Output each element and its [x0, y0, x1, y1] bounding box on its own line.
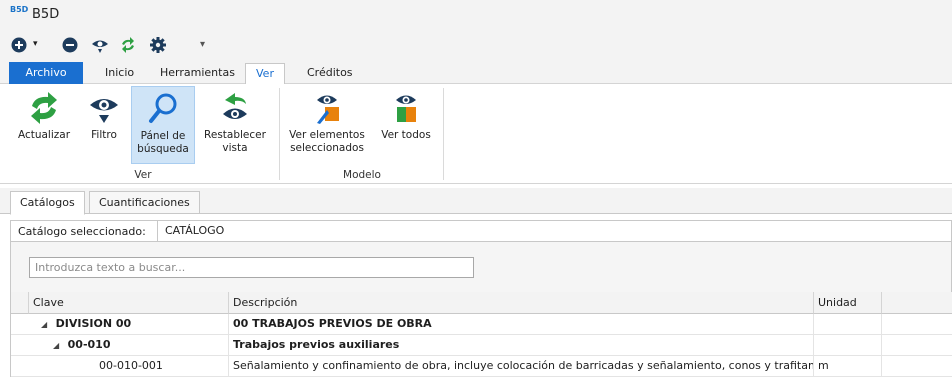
panel-busqueda-button[interactable]: Pánel de búsqueda [131, 86, 195, 164]
row-clave: DIVISION 00 [55, 317, 132, 330]
tab-inicio[interactable]: Inicio [95, 63, 144, 84]
row-clave-cell: ◢ DIVISION 00 [29, 314, 229, 335]
row-clave-cell: ◢ 00-010 [29, 335, 229, 356]
ver-elementos-label-1: Ver elementos [289, 129, 365, 141]
restablecer-label-1: Restablecer [204, 129, 266, 141]
title-bar: B5D B5D [0, 0, 952, 30]
group-label-ver: Ver [134, 169, 152, 181]
tab-archivo[interactable]: Archivo [9, 62, 83, 84]
catalog-selector-value: CATÁLOGO [165, 224, 225, 237]
search-icon [143, 91, 183, 127]
view-all-icon [386, 90, 426, 126]
restablecer-label-2: vista [222, 142, 248, 154]
table-row[interactable]: ◢ 00-010 Trabajos previos auxiliares [11, 335, 952, 356]
catalog-selector-row: Catálogo seleccionado: CATÁLOGO [10, 220, 952, 242]
catalog-grid: Clave Descripción Unidad ◢ DIVISION 00 0… [10, 292, 952, 377]
remove-button[interactable] [60, 35, 80, 55]
catalog-selector-field[interactable]: CATÁLOGO [157, 221, 952, 241]
settings-button[interactable] [148, 35, 168, 55]
ver-todos-label: Ver todos [381, 129, 431, 141]
collapse-arrow-icon[interactable]: ◢ [41, 320, 47, 329]
actualizar-label: Actualizar [17, 129, 71, 141]
minus-circle-icon [62, 37, 78, 53]
panel-busqueda-label-1: Pánel de [140, 130, 186, 142]
tab-ver[interactable]: Ver [245, 63, 285, 85]
qat-filter-button[interactable] [90, 35, 110, 55]
app-logo-text: B5D [10, 5, 29, 14]
ver-elementos-label-2: seleccionados [290, 142, 364, 154]
refresh-icon [24, 90, 64, 126]
catalog-selector-label: Catálogo seleccionado: [18, 225, 146, 238]
reset-view-icon [215, 90, 255, 126]
actualizar-button[interactable]: Actualizar [10, 86, 78, 164]
row-unidad: m [814, 356, 882, 377]
app-logo: B5D [10, 6, 28, 20]
tab-catalogos[interactable]: Catálogos [10, 191, 85, 215]
ver-elementos-seleccionados-button[interactable]: Ver elementos seleccionados [284, 86, 370, 164]
row-indicator-header [11, 292, 29, 314]
ver-todos-button[interactable]: Ver todos [374, 86, 438, 164]
filtro-button[interactable]: Filtro [82, 86, 126, 164]
search-panel [10, 242, 952, 292]
row-descripcion: Trabajos previos auxiliares [229, 335, 814, 356]
row-unidad [814, 314, 882, 335]
document-tab-bar: Catálogos Cuantificaciones [0, 188, 952, 215]
eye-filter-icon [84, 90, 124, 126]
group-separator [279, 88, 280, 180]
table-row[interactable]: ◢ DIVISION 00 00 TRABAJOS PREVIOS DE OBR… [11, 314, 952, 335]
ribbon-tab-bar: Archivo Inicio Herramientas Ver Créditos [0, 60, 952, 85]
column-header-filler [882, 292, 952, 314]
eye-filter-icon [92, 40, 108, 53]
quick-access-toolbar: ▾ ▾ [0, 30, 952, 60]
collapse-arrow-icon[interactable]: ◢ [53, 341, 59, 350]
group-separator [443, 88, 444, 180]
tab-herramientas[interactable]: Herramientas [150, 63, 245, 84]
customize-qat-dropdown[interactable]: ▾ [200, 39, 205, 50]
column-header-clave[interactable]: Clave [29, 292, 229, 314]
filtro-label: Filtro [91, 129, 117, 141]
row-clave: 00-010-001 [29, 356, 229, 377]
view-selected-icon [307, 90, 347, 126]
qat-refresh-button[interactable] [118, 35, 138, 55]
row-unidad [814, 335, 882, 356]
ribbon-panel: Actualizar Filtro Pánel de búsqueda Rest… [0, 84, 952, 184]
tab-creditos[interactable]: Créditos [297, 63, 363, 84]
panel-busqueda-label-2: búsqueda [137, 143, 189, 155]
window-title: B5D [32, 7, 60, 22]
search-input[interactable] [29, 257, 474, 278]
group-label-modelo: Modelo [343, 169, 381, 181]
add-dropdown-caret[interactable]: ▾ [33, 40, 39, 49]
table-row[interactable]: 00-010-001 Señalamiento y confinamiento … [11, 356, 952, 377]
column-header-descripcion[interactable]: Descripción [229, 292, 814, 314]
restablecer-vista-button[interactable]: Restablecer vista [199, 86, 271, 164]
add-button[interactable] [10, 35, 30, 55]
row-clave: 00-010 [67, 338, 111, 351]
row-descripcion: Señalamiento y confinamiento de obra, in… [229, 356, 814, 377]
tab-cuantificaciones[interactable]: Cuantificaciones [89, 191, 200, 214]
row-descripcion: 00 TRABAJOS PREVIOS DE OBRA [229, 314, 814, 335]
gear-icon [150, 37, 166, 53]
refresh-icon [122, 37, 134, 53]
column-header-unidad[interactable]: Unidad [814, 292, 882, 314]
plus-circle-icon [11, 37, 27, 53]
